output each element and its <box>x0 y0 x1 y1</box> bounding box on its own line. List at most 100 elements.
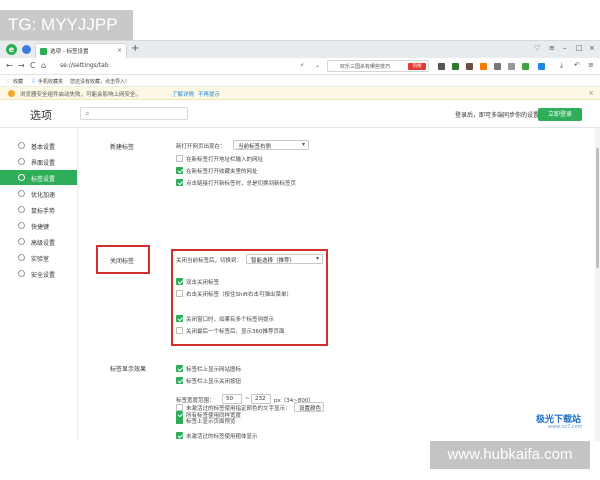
lightning-icon[interactable]: ⚡ <box>300 62 304 69</box>
tab-close-icon[interactable]: × <box>117 47 122 54</box>
bookmarks-bar: ☆ 收藏 ▯ 手机收藏夹 您还没有收藏，点击导入! <box>0 75 600 87</box>
section-new-tab: 新建标签 <box>110 144 135 151</box>
user-icon[interactable] <box>538 63 545 70</box>
settings-content: 新建标签 新打开网页出现在： 当前标签右侧 ▾ 在新标签打开地址栏输入的网址 在… <box>78 128 600 441</box>
game-icon[interactable] <box>466 63 473 70</box>
extension-icon[interactable] <box>438 63 445 70</box>
chevron-down-icon: ▾ <box>315 255 319 262</box>
search-input[interactable]: 欢乐三国杀有哪些技巧 热搜 <box>327 60 429 72</box>
select-value: 当前标签右侧 <box>238 144 272 150</box>
option-label: 标签上显示页面预览 <box>186 419 236 425</box>
sidebar-item-optimize[interactable]: 优化加速 <box>0 186 77 201</box>
open-position-label: 新打开网页出现在： <box>176 144 226 150</box>
checkbox[interactable] <box>176 404 183 411</box>
checkbox[interactable] <box>176 377 183 384</box>
flask-icon <box>18 254 25 261</box>
new-tab-button[interactable]: + <box>131 43 139 54</box>
home-button[interactable]: ⌂ <box>41 61 46 70</box>
checkbox[interactable] <box>176 417 183 424</box>
watermark-bottom: www.hubkaifa.com <box>430 441 590 469</box>
hot-search-badge: 热搜 <box>408 63 426 70</box>
undo-icon[interactable]: ↶ <box>574 61 580 69</box>
coupon-icon[interactable] <box>480 63 487 70</box>
mobile-icon: ▯ <box>32 78 35 84</box>
browser-logo-icon[interactable]: e <box>6 44 17 55</box>
option-label: 右击关闭标签（按住Shift右击可弹出菜单） <box>186 292 293 298</box>
open-position-select[interactable]: 当前标签右侧 ▾ <box>233 140 309 150</box>
scrollbar[interactable] <box>595 128 600 441</box>
after-close-select[interactable]: 智能选择（推荐） ▾ <box>246 254 323 264</box>
sidebar-item-label: 快捷键 <box>31 224 50 231</box>
chevron-down-icon: ▾ <box>301 141 305 148</box>
pinned-tab-icon[interactable] <box>22 45 31 54</box>
menu-icon[interactable]: ≡ <box>549 44 555 52</box>
bookmark-import-hint[interactable]: 您还没有收藏，点击导入! <box>70 78 127 85</box>
close-window-button[interactable]: × <box>589 44 595 52</box>
option-label: 标签栏上显示网站图标 <box>186 367 242 373</box>
gear-icon <box>18 142 25 149</box>
url-text: se://settings/tab <box>60 62 109 69</box>
sidebar-item-advanced[interactable]: 高级设置 <box>0 234 77 249</box>
download-icon[interactable]: ⤓ <box>560 61 563 70</box>
login-button[interactable]: 立即登录 <box>538 108 582 121</box>
checkbox[interactable] <box>176 365 183 372</box>
sidebar-item-tabs[interactable]: 标签设置 <box>0 170 77 185</box>
checkbox[interactable] <box>176 155 183 162</box>
sidebar-item-label: 安全设置 <box>31 272 56 279</box>
option-label: 在新标签打开地址栏输入的网址 <box>186 157 264 163</box>
sidebar-item-shortcuts[interactable]: 快捷键 <box>0 218 77 233</box>
sidebar-item-gestures[interactable]: 鼠标手势 <box>0 202 77 217</box>
checkbox[interactable] <box>176 315 183 322</box>
checkbox[interactable] <box>176 432 183 439</box>
back-button[interactable]: ← <box>6 61 13 70</box>
maximize-button[interactable]: □ <box>576 44 583 52</box>
dropdown-chevron-icon[interactable]: ⌄ <box>315 62 320 69</box>
bookmark-favorites[interactable]: 收藏 <box>13 78 23 85</box>
scrollbar-thumb[interactable] <box>596 148 599 268</box>
mouse-icon <box>18 206 25 213</box>
button-label: 设置颜色 <box>299 406 322 412</box>
sidebar-item-security[interactable]: 安全设置 <box>0 266 77 281</box>
sidebar-item-basic[interactable]: 基本设置 <box>0 138 77 153</box>
wallet-icon[interactable] <box>522 63 529 70</box>
keyboard-icon <box>18 222 25 229</box>
checkbox[interactable] <box>176 278 183 285</box>
input-value: 232 <box>255 396 266 402</box>
option-label: 关闭窗口时，如果有多个标签则提示 <box>186 317 275 323</box>
after-close-label: 关闭当前标签后，切换到： <box>176 258 243 264</box>
minimize-button[interactable]: – <box>563 44 567 52</box>
sidebar-item-lab[interactable]: 实验室 <box>0 250 77 265</box>
pin-icon[interactable]: ♡ <box>534 44 540 52</box>
security-warning-bar: 浏览器安全组件启动失败，可能会影响上网安全。 了解详情 不再提示 × <box>0 87 600 100</box>
option-label: 标签栏上显示关闭按钮 <box>186 379 242 385</box>
forward-button[interactable]: → <box>18 61 25 70</box>
dont-show-link[interactable]: 不再提示 <box>198 90 220 98</box>
option-page-preview[interactable]: 标签上显示页面预览 <box>176 416 376 425</box>
sidebar-item-label: 鼠标手势 <box>31 208 56 215</box>
section-tab-display: 标签显示效果 <box>110 366 147 373</box>
bookmark-mobile[interactable]: 手机收藏夹 <box>38 78 63 85</box>
option-label: 未激活过的标签使用粗体显示 <box>186 434 258 440</box>
login-hint: 登录后，即可多端同步你的设置 <box>455 112 540 119</box>
option-label: 在新标签打开收藏夹里的网址 <box>186 169 258 175</box>
checkbox[interactable] <box>176 167 183 174</box>
ad-block-icon[interactable] <box>452 63 459 70</box>
sidebar-item-interface[interactable]: 界面设置 <box>0 154 77 169</box>
warning-close-icon[interactable]: × <box>588 89 594 97</box>
learn-more-link[interactable]: 了解详情 <box>172 90 194 98</box>
checkbox[interactable] <box>176 290 183 297</box>
settings-search-input[interactable]: ⌕ <box>80 107 188 120</box>
checkbox[interactable] <box>176 327 183 334</box>
monitor-icon <box>18 158 25 165</box>
translate-icon[interactable] <box>508 63 515 70</box>
screenshot-icon[interactable] <box>494 63 501 70</box>
settings-favicon-icon <box>40 48 47 55</box>
warning-icon <box>8 90 15 97</box>
tab-icon <box>18 174 25 181</box>
set-color-button[interactable]: 设置颜色 <box>294 402 324 412</box>
reload-button[interactable]: C <box>30 61 36 70</box>
checkbox[interactable] <box>176 179 183 186</box>
tab-settings[interactable]: 选项 - 标签设置 × <box>35 43 127 58</box>
star-icon: ☆ <box>6 78 11 84</box>
menu-lines-icon[interactable]: ≡ <box>588 61 594 69</box>
